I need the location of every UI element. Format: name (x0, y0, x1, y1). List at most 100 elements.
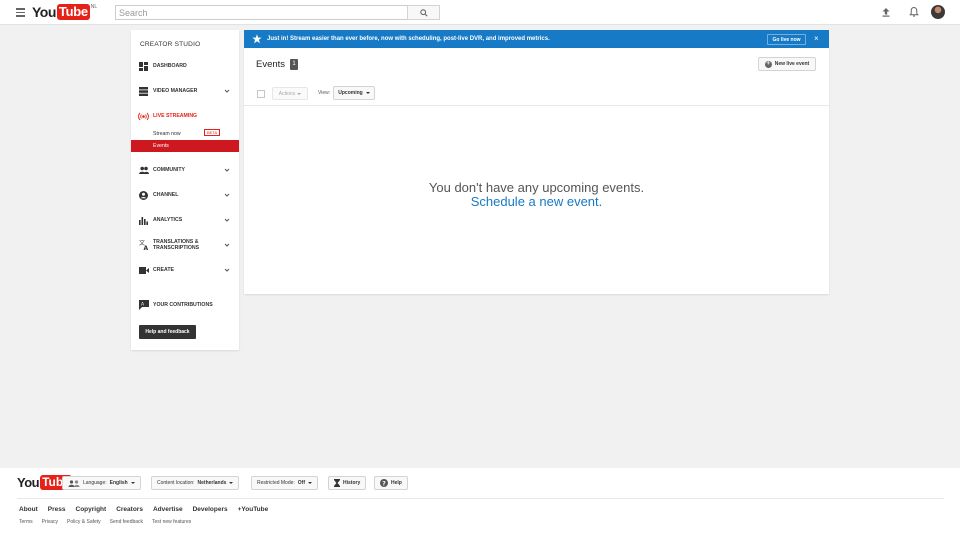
footer-link-developers[interactable]: Developers (193, 506, 228, 513)
footer-link-plus-youtube[interactable]: +YouTube (238, 506, 269, 513)
chevron-down-icon[interactable] (224, 242, 230, 248)
go-live-now-button[interactable]: Go live now (767, 34, 806, 45)
caret-down-icon (308, 482, 313, 484)
svg-text:?: ? (382, 480, 386, 487)
events-count-badge: 1 (290, 59, 298, 70)
chevron-down-icon[interactable] (224, 267, 230, 273)
sidebar-item-analytics[interactable]: ANALYTICS (131, 212, 239, 228)
footer-link-terms[interactable]: Terms (19, 519, 33, 525)
help-and-feedback-button[interactable]: Help and feedback (139, 325, 196, 339)
sidebar-item-create[interactable]: CREATE (131, 262, 239, 278)
community-icon (139, 166, 149, 174)
footer-link-advertise[interactable]: Advertise (153, 506, 183, 513)
page-title: Events (256, 59, 286, 70)
content-location-button[interactable]: Content location: Netherlands (151, 476, 240, 490)
sidebar-item-live-streaming[interactable]: LIVE STREAMING (131, 108, 239, 124)
sidebar-title: CREATOR STUDIO (140, 41, 201, 48)
chevron-down-icon[interactable] (224, 88, 230, 94)
divider (244, 105, 829, 106)
video-manager-icon (139, 86, 148, 96)
help-label: Help (391, 480, 402, 486)
view-dropdown[interactable]: Upcoming (333, 86, 375, 100)
hourglass-icon (334, 479, 340, 487)
sidebar-item-label: CREATE (153, 267, 174, 273)
avatar[interactable] (931, 5, 945, 19)
sidebar-subitem-stream-now[interactable]: Stream now BETA (131, 128, 239, 140)
bell-icon[interactable] (908, 6, 920, 18)
footer-link-press[interactable]: Press (48, 506, 66, 513)
chevron-down-icon[interactable] (224, 192, 230, 198)
sidebar-item-community[interactable]: COMMUNITY (131, 162, 239, 178)
footer-link-creators[interactable]: Creators (116, 506, 143, 513)
announcement-banner: Just in! Stream easier than ever before,… (244, 30, 829, 48)
caret-down-icon (297, 92, 302, 95)
sidebar-item-channel[interactable]: CHANNEL (131, 187, 239, 203)
translate-icon: 文A (139, 240, 149, 250)
footer-link-send-feedback[interactable]: Send feedback (110, 519, 143, 525)
youtube-logo[interactable]: You Tube NL (32, 4, 97, 20)
empty-state-message: You don't have any upcoming events. (428, 180, 645, 195)
view-label: View: (318, 90, 331, 96)
sidebar-item-your-contributions[interactable]: A YOUR CONTRIBUTIONS (131, 297, 239, 313)
restricted-mode-button[interactable]: Restricted Mode: Off (251, 476, 319, 490)
close-icon[interactable]: × (814, 34, 819, 44)
star-badge-icon (252, 34, 262, 44)
creator-studio-sidebar: CREATOR STUDIO DASHBOARD VIDEO MANAGER L… (131, 30, 239, 350)
create-icon (139, 266, 149, 274)
history-label: History (343, 480, 361, 486)
language-button[interactable]: Language: English (62, 476, 141, 490)
footer-divider (17, 498, 944, 499)
schedule-new-event-link-text[interactable]: Schedule a new event. (471, 194, 603, 209)
help-icon: ? (380, 479, 388, 487)
translations-label-line2: TRANSCRIPTIONS (153, 245, 200, 251)
footer-link-test-new-features[interactable]: Test new features (152, 519, 191, 525)
footer-link-privacy[interactable]: Privacy (42, 519, 58, 525)
language-value: English (109, 480, 128, 486)
upload-icon[interactable] (880, 6, 892, 18)
plus-circle-icon: + (764, 60, 772, 68)
footer-secondary-links: Terms Privacy Policy & Safety Send feedb… (19, 519, 191, 525)
footer-primary-links: About Press Copyright Creators Advertise… (19, 506, 268, 513)
sidebar-item-label: TRANSLATIONS & TRANSCRIPTIONS (153, 239, 199, 251)
live-streaming-icon (138, 112, 149, 120)
history-button[interactable]: History (328, 476, 367, 490)
select-all-checkbox[interactable] (257, 90, 265, 98)
beta-badge: BETA (204, 129, 221, 136)
actions-dropdown[interactable]: Actions (272, 87, 308, 100)
footer-link-about[interactable]: About (19, 506, 38, 513)
caret-down-icon (365, 92, 370, 94)
sidebar-item-label: ANALYTICS (153, 217, 183, 223)
search-button[interactable] (407, 5, 440, 20)
sidebar-item-label: YOUR CONTRIBUTIONS (153, 302, 213, 308)
location-label: Content location: (157, 480, 195, 486)
sidebar-subitem-events[interactable]: Events (131, 140, 239, 152)
chevron-down-icon[interactable] (224, 167, 230, 173)
search-input[interactable]: Search (115, 5, 407, 20)
sidebar-item-translations[interactable]: 文A TRANSLATIONS & TRANSCRIPTIONS (131, 237, 239, 253)
stream-now-label: Stream now (153, 131, 181, 137)
footer-link-copyright[interactable]: Copyright (76, 506, 107, 513)
schedule-new-event-link: Schedule a new event. (244, 194, 829, 209)
help-button[interactable]: ? Help (374, 476, 408, 490)
logo-tube-text: Tube (56, 4, 90, 20)
banner-message: Just in! Stream easier than ever before,… (267, 36, 550, 42)
contributions-icon: A (139, 300, 149, 310)
menu-icon[interactable] (16, 8, 25, 17)
events-label: Events (153, 143, 169, 149)
new-live-event-label: New live event (774, 61, 810, 67)
view-value: Upcoming (338, 90, 363, 96)
new-live-event-button[interactable]: + New live event (758, 57, 816, 71)
sidebar-item-dashboard[interactable]: DASHBOARD (131, 58, 239, 74)
chevron-down-icon[interactable] (224, 217, 230, 223)
caret-down-icon (229, 482, 234, 484)
sidebar-item-label: VIDEO MANAGER (153, 88, 198, 94)
sidebar-item-label: CHANNEL (153, 192, 179, 198)
caret-down-icon (130, 482, 135, 484)
footer-link-policy-safety[interactable]: Policy & Safety (67, 519, 101, 525)
search-icon (419, 8, 428, 17)
events-panel: Events 1 + New live event Actions View: … (244, 48, 829, 294)
sidebar-item-video-manager[interactable]: VIDEO MANAGER (131, 83, 239, 99)
logo-country: NL (90, 4, 98, 10)
logo-you-text: You (32, 4, 56, 20)
footer: You Tube Language: English Content locat… (0, 468, 960, 540)
